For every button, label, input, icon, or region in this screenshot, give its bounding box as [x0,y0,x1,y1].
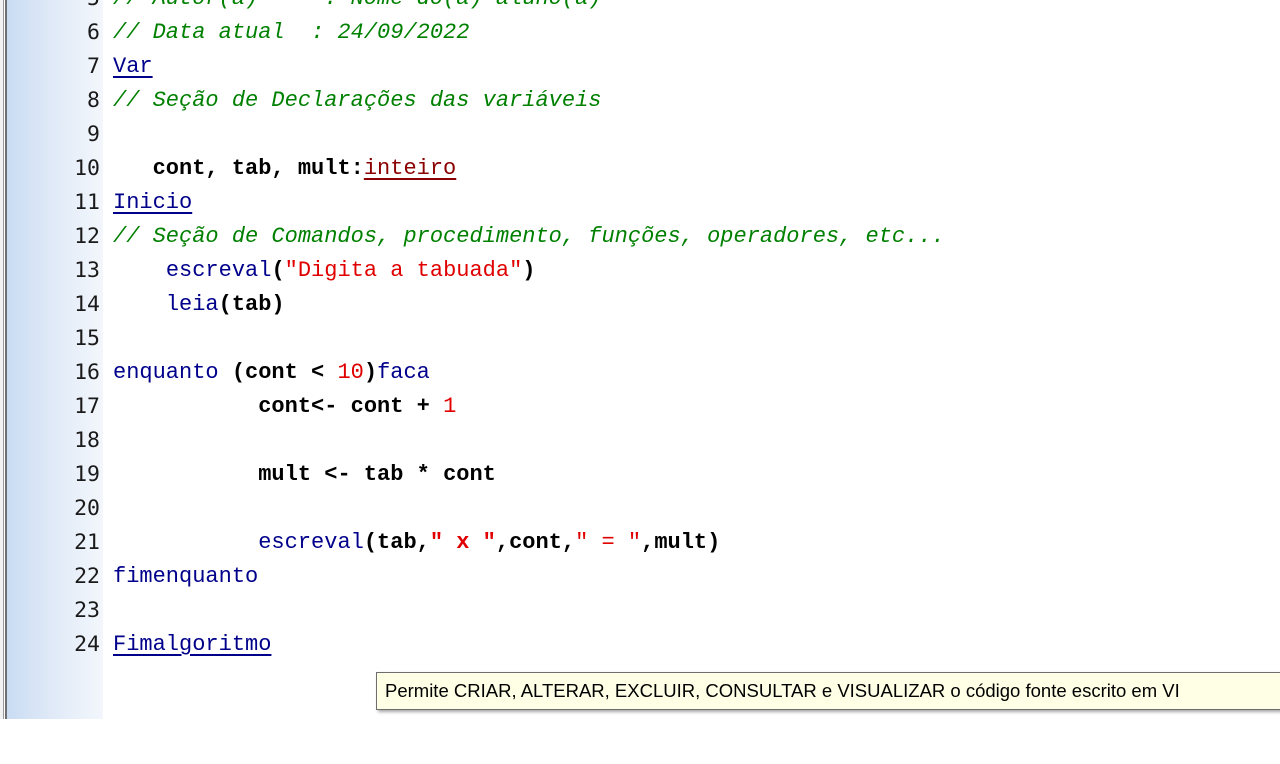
line-number: 23 [74,598,100,623]
line-number: 20 [74,496,100,521]
arguments: (tab) [218,292,285,317]
code-line: 14 leia(tab) [0,288,285,322]
comment: // Autor(a) : Nome do(a) aluno(a) [113,0,601,16]
comment: // Seção de Declarações das variáveis [113,88,602,113]
keyword-enquanto: enquanto [113,360,219,385]
tooltip: Permite CRIAR, ALTERAR, EXCLUIR, CONSULT… [376,672,1280,710]
line-number: 8 [87,88,100,113]
keyword-faca: faca [377,360,430,385]
statement-assign-mult: mult <- tab * cont [113,458,496,492]
paren-open: ( [271,258,285,283]
code-line: 17 cont<- cont + 1 [0,390,456,424]
line-number: 16 [74,360,100,385]
assignment: cont<- cont + [258,394,444,419]
code-line: 11 Inicio [0,186,192,220]
code-line: 15 [0,322,100,356]
argument: ,cont, [495,530,576,555]
keyword-fimenquanto: fimenquanto [113,564,259,589]
line-number: 22 [74,564,100,589]
statement-escreval: escreval("Digita a tabuada") [113,254,536,288]
string-literal: "Digita a tabuada" [284,258,523,283]
comment: // Data atual : 24/09/2022 [113,20,470,45]
code-line: 10 cont, tab, mult:inteiro [0,152,456,186]
type-inteiro[interactable]: inteiro [364,156,456,181]
code-line: 23 [0,594,100,628]
variable-declaration: cont, tab, mult:inteiro [113,152,457,186]
line-number: 13 [74,258,100,283]
code-line: 13 escreval("Digita a tabuada") [0,254,535,288]
code-line: 18 [0,424,100,458]
code-line: 22 fimenquanto [0,560,258,594]
code-line: 6 // Data atual : 24/09/2022 [0,16,469,50]
code-line: 20 [0,492,100,526]
statement-escreval-result: escreval(tab," x ",cont," = ",mult) [113,526,720,560]
code-line: 21 escreval(tab," x ",cont," = ",mult) [0,526,720,560]
line-number: 9 [87,122,100,147]
function-leia: leia [165,292,219,317]
comment: // Seção de Comandos, procedimento, funç… [113,224,945,249]
code-line: 9 [0,118,100,152]
line-number: 17 [74,394,100,419]
argument: ,mult) [641,530,721,555]
statement-enquanto: enquanto (cont < 10)faca [113,356,430,390]
line-number: 24 [74,632,100,657]
function-escreval: escreval [258,530,364,555]
number-literal: 10 [337,360,364,385]
code-line: 8 // Seção de Declarações das variáveis [0,84,601,118]
paren-close: ) [522,258,536,283]
code-editor[interactable]: 5 // Autor(a) : Nome do(a) aluno(a) 6 //… [0,0,1280,719]
line-number: 14 [74,292,100,317]
string-literal: " = " [575,530,642,555]
line-number: 5 [70,0,100,16]
line-number: 15 [74,326,100,351]
keyword-inicio[interactable]: Inicio [113,186,192,220]
string-literal: " x " [429,530,496,555]
keyword-fimalgoritmo[interactable]: Fimalgoritmo [113,628,271,662]
line-number: 7 [87,54,100,79]
paren-close: ) [363,360,378,385]
line-number: 18 [74,428,100,453]
number-literal: 1 [443,394,457,419]
code-area[interactable]: 5 // Autor(a) : Nome do(a) aluno(a) 6 //… [0,0,1280,719]
line-number: 10 [74,156,100,181]
line-number: 12 [74,224,100,249]
code-line: 19 mult <- tab * cont [0,458,496,492]
line-number: 21 [74,530,100,555]
code-line: 7 Var [0,50,153,84]
assignment: mult <- tab * cont [258,462,496,487]
keyword-var[interactable]: Var [113,50,153,84]
condition: (cont < [218,360,338,385]
statement-assign-cont: cont<- cont + 1 [113,390,456,424]
line-number: 6 [87,20,100,45]
code-line: 12 // Seção de Comandos, procedimento, f… [0,220,945,254]
code-line: 16 enquanto (cont < 10)faca [0,356,430,390]
function-escreval: escreval [165,258,272,283]
statement-leia: leia(tab) [113,288,285,322]
variable-list: cont, tab, mult: [152,156,364,181]
code-line: 5 // Autor(a) : Nome do(a) aluno(a) [0,0,601,16]
code-line: 24 Fimalgoritmo [0,628,271,662]
line-number: 19 [74,462,100,487]
line-number: 11 [74,190,100,215]
argument: (tab, [363,530,430,555]
